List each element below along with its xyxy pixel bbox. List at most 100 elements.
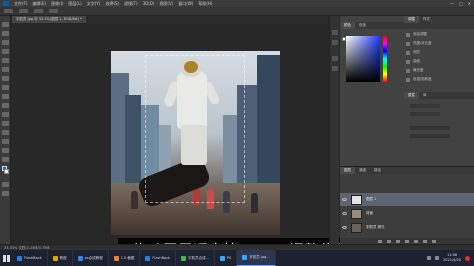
menu-help[interactable]: 帮助(H) (198, 0, 212, 7)
move-tool-icon[interactable] (2, 22, 9, 27)
menu-file[interactable]: 文件(F) (14, 0, 27, 7)
tab-properties[interactable]: 属性 (404, 92, 419, 99)
taskbar-item[interactable]: 宇航员合成... (176, 250, 215, 266)
tab-paths[interactable]: 路径 (370, 167, 385, 174)
trash-icon[interactable] (432, 239, 436, 243)
clone-stamp-tool-icon[interactable] (2, 94, 9, 99)
align-buttons[interactable] (49, 9, 58, 13)
eyedropper-tool-icon[interactable] (2, 67, 9, 72)
canvas-area[interactable]: 4.拖动图层顺序按Crtl+T调整位置即可 (12, 23, 379, 264)
new-layer-icon[interactable] (423, 239, 427, 243)
brush-tool-icon[interactable] (2, 85, 9, 90)
lasso-tool-icon[interactable] (2, 40, 9, 45)
dodge-tool-icon[interactable] (2, 130, 9, 135)
network-icon[interactable] (427, 256, 432, 260)
notification-icon[interactable] (465, 255, 470, 261)
property-field[interactable] (410, 104, 440, 108)
taskbar-item[interactable]: FlashBack (140, 250, 177, 266)
taskbar-item[interactable]: FlashBack (12, 250, 48, 266)
property-field[interactable] (410, 112, 440, 116)
menu-image[interactable]: 图像(I) (51, 0, 63, 7)
hand-tool-icon[interactable] (2, 157, 9, 162)
list-item[interactable]: 曲线 (406, 57, 472, 66)
list-item[interactable]: 添加调整 (406, 30, 472, 39)
add-mask-icon[interactable] (396, 239, 400, 243)
group-icon[interactable] (414, 239, 418, 243)
color-picker-field[interactable] (346, 36, 380, 82)
tab-channels[interactable]: 通道 (355, 167, 370, 174)
taskbar-item[interactable]: 宇航员.jpg... (237, 250, 276, 266)
options-bar (0, 7, 474, 16)
eraser-tool-icon[interactable] (2, 112, 9, 117)
hue-slider[interactable] (383, 36, 387, 82)
list-item[interactable]: 色阶 (406, 48, 472, 57)
list-item[interactable]: 曝光度 (406, 66, 472, 75)
history-brush-tool-icon[interactable] (2, 103, 9, 108)
app-icon (113, 255, 119, 261)
eye-icon[interactable] (342, 226, 347, 229)
eye-icon[interactable] (342, 212, 347, 215)
crop-tool-icon[interactable] (2, 58, 9, 63)
layer-row-background[interactable]: 背景 (340, 207, 474, 220)
clock[interactable]: 11:08 2021/4/20 (443, 253, 461, 263)
quick-select-tool-icon[interactable] (2, 49, 9, 54)
adjustment-layer-icon[interactable] (405, 239, 409, 243)
exposure-icon (406, 68, 410, 73)
building (257, 55, 280, 185)
taskbar-item[interactable]: ps合成教程 (73, 250, 109, 266)
document-canvas[interactable] (111, 51, 280, 235)
list-item[interactable]: 色相/饱和度 (406, 75, 472, 84)
close-button[interactable]: ✕ (468, 0, 471, 7)
menu-type[interactable]: 文字(Y) (87, 0, 101, 7)
layer-style-icon[interactable] (387, 239, 391, 243)
taskbar-item[interactable]: PS (215, 250, 238, 266)
app-icon (52, 255, 58, 261)
healing-brush-tool-icon[interactable] (2, 76, 9, 81)
transform-controls-checkbox[interactable] (34, 9, 43, 13)
auto-select-checkbox[interactable] (19, 9, 28, 13)
taskbar-item[interactable]: 教程 (48, 250, 73, 266)
taskbar-item[interactable]: 1.5 截图 (109, 250, 141, 266)
volume-icon[interactable] (435, 256, 440, 260)
menu-3d[interactable]: 3D(D) (143, 0, 155, 7)
property-field[interactable] (410, 134, 450, 138)
quick-mask-icon[interactable] (2, 182, 9, 187)
list-item[interactable]: 亮度/对比度 (406, 39, 472, 48)
actions-panel-icon[interactable] (332, 40, 338, 45)
type-tool-icon[interactable] (2, 148, 9, 153)
layer-row-layer-1[interactable]: 图层 1 (340, 193, 474, 206)
tab-libraries[interactable]: 库 (419, 92, 431, 99)
history-panel-icon[interactable] (332, 30, 338, 35)
color-panel-tabs: 颜色 色板 (340, 22, 474, 29)
maximize-button[interactable]: □ (459, 0, 463, 7)
transform-bounding-box[interactable] (145, 55, 245, 203)
menu-layer[interactable]: 图层(L) (68, 0, 81, 7)
start-button[interactable] (0, 250, 12, 266)
tab-styles[interactable]: 样式 (419, 16, 434, 23)
tab-swatches[interactable]: 色板 (355, 22, 370, 29)
character-panel-icon[interactable] (332, 56, 338, 61)
tools-panel (0, 16, 11, 244)
pen-tool-icon[interactable] (2, 139, 9, 144)
menu-filter[interactable]: 滤镜(T) (124, 0, 138, 7)
menu-view[interactable]: 视图(V) (159, 0, 173, 7)
marquee-tool-icon[interactable] (2, 31, 9, 36)
tab-color[interactable]: 颜色 (340, 22, 355, 29)
taskbar-items: FlashBack 教程 ps合成教程 1.5 截图 FlashBack 宇航员合成...… (12, 250, 276, 266)
menu-edit[interactable]: 编辑(E) (32, 0, 46, 7)
paragraph-panel-icon[interactable] (332, 66, 338, 71)
tool-preset-picker[interactable] (4, 9, 13, 13)
menu-window[interactable]: 窗口(W) (178, 0, 193, 7)
document-tab[interactable]: 宇航员.jpg @ 33.3%(图层 1, RGB/8#) * (12, 16, 86, 23)
layer-row-copy[interactable]: 宇航员 拷贝 (340, 221, 474, 234)
property-field[interactable] (410, 126, 450, 130)
gradient-tool-icon[interactable] (2, 121, 9, 126)
link-layers-icon[interactable] (378, 239, 382, 243)
tab-layers[interactable]: 图层 (340, 167, 355, 174)
tab-adjustments[interactable]: 调整 (404, 16, 419, 23)
background-color-swatch[interactable] (4, 169, 9, 174)
minimize-button[interactable]: — (450, 0, 454, 7)
menu-select[interactable]: 选择(S) (105, 0, 119, 7)
screen-mode-icon[interactable] (2, 191, 9, 196)
eye-icon[interactable] (342, 198, 347, 201)
